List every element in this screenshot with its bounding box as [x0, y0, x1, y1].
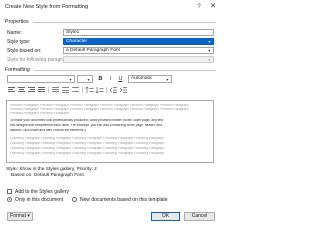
format-button[interactable]: Format ▾	[7, 212, 33, 221]
justify-icon[interactable]	[37, 86, 46, 94]
chevron-down-icon: ▾	[208, 48, 211, 53]
add-to-gallery-label: Add to the Styles gallery	[15, 189, 69, 195]
preview-line: Previous Paragraph Previous Paragraph Pr…	[10, 104, 189, 107]
chevron-down-icon: ▾	[208, 57, 211, 62]
toolbar-separator	[106, 87, 107, 93]
create-style-dialog: Create New Style from Formatting ? ✕ Pro…	[0, 0, 222, 227]
preview-line: box designs that complement each other. …	[10, 124, 163, 127]
only-this-document-radio[interactable]	[7, 197, 12, 202]
toolbar-separator	[82, 87, 83, 93]
bold-button[interactable]: B	[96, 75, 105, 83]
italic-button[interactable]: I	[106, 75, 115, 83]
style-preview: Previous Paragraph Previous Paragraph Pr…	[6, 100, 214, 163]
preview-line: Following Paragraph Following Paragraph …	[10, 142, 165, 145]
style-based-on-label: Style based on:	[7, 48, 42, 54]
preview-line: Previous Paragraph Previous Paragraph	[10, 112, 70, 115]
style-based-on-select[interactable]: a Default Paragraph Font ▾	[63, 47, 214, 54]
line-spacing-double-icon[interactable]	[71, 86, 80, 94]
formatting-section-label: Formatting	[5, 67, 30, 73]
name-input[interactable]: Style1	[63, 29, 214, 36]
name-label: Name:	[7, 30, 22, 36]
style-type-select[interactable]: Character ▾	[63, 38, 214, 45]
style-description-line1: Style: Show in the Styles gallery, Prior…	[6, 167, 97, 172]
chevron-down-icon: ▾	[166, 77, 169, 82]
increase-indent-icon[interactable]	[119, 86, 128, 94]
align-left-icon[interactable]	[7, 86, 16, 94]
name-value: Style1	[66, 30, 80, 35]
style-type-label: Style type:	[7, 39, 31, 45]
space-before-icon[interactable]	[85, 86, 94, 94]
font-size-select[interactable]: ▾	[77, 75, 93, 83]
font-color-select[interactable]: Automatic ▾	[128, 75, 172, 83]
chevron-down-icon: ▾	[69, 77, 72, 82]
close-button[interactable]: ✕	[208, 2, 218, 12]
space-after-icon[interactable]	[95, 86, 104, 94]
preview-line: To make your document look professionall…	[10, 119, 163, 122]
preview-line: Following Paragraph Following Paragraph …	[10, 147, 165, 150]
align-right-icon[interactable]	[27, 86, 36, 94]
chevron-down-icon: ▾	[208, 39, 211, 44]
style-based-on-value: a Default Paragraph Font	[66, 48, 120, 53]
decrease-indent-icon[interactable]	[109, 86, 118, 94]
preview-line: Following Paragraph Following Paragraph …	[10, 137, 165, 140]
line-spacing-onehalf-icon[interactable]	[61, 86, 70, 94]
new-documents-label: New documents based on this template	[80, 197, 168, 203]
toolbar-separator	[48, 87, 49, 93]
cancel-button[interactable]: Cancel	[184, 212, 215, 221]
ok-button[interactable]: OK	[151, 212, 180, 221]
font-color-value: Automatic	[131, 76, 153, 81]
properties-section-label: Properties	[5, 19, 29, 25]
preview-line: Previous Paragraph Previous Paragraph Pr…	[10, 108, 189, 111]
title-bar: Create New Style from Formatting ? ✕	[0, 0, 222, 14]
underline-button[interactable]: U	[116, 75, 125, 83]
formatting-divider	[34, 70, 216, 71]
font-select[interactable]: ▾	[7, 75, 75, 83]
preview-line: Following Paragraph Following Paragraph …	[10, 152, 165, 155]
add-to-gallery-checkbox[interactable]	[7, 189, 12, 194]
only-this-document-label: Only in this document	[15, 197, 64, 203]
align-center-icon[interactable]	[17, 86, 26, 94]
preview-line: sidebar. Click Insert and then choose th…	[10, 129, 86, 132]
properties-divider	[33, 22, 216, 23]
style-description-line2: Based on: Default Paragraph Font	[11, 173, 84, 178]
line-spacing-single-icon[interactable]	[51, 86, 60, 94]
chevron-down-icon: ▾	[87, 77, 90, 82]
help-button[interactable]: ?	[194, 2, 204, 12]
following-paragraph-select[interactable]: ▾	[63, 56, 214, 63]
new-documents-radio[interactable]	[72, 197, 77, 202]
dialog-title: Create New Style from Formatting	[5, 4, 89, 10]
style-type-value: Character	[66, 39, 88, 44]
